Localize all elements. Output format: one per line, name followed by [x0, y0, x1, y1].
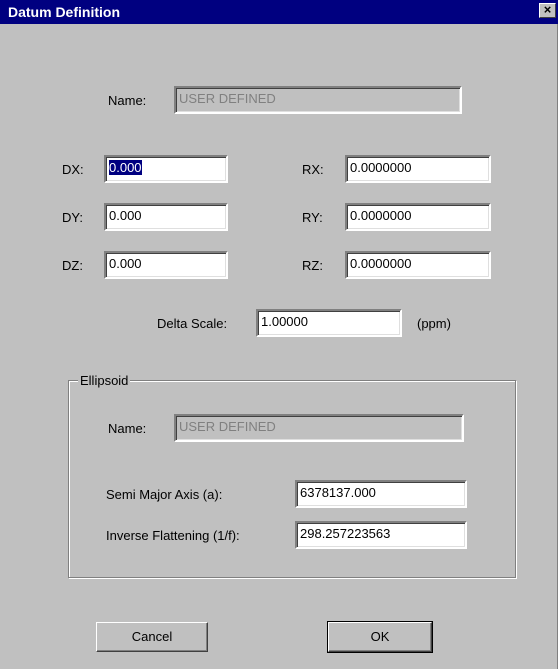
semi-major-axis-input[interactable]: 6378137.000	[295, 480, 467, 508]
ellipsoid-group-title: Ellipsoid	[78, 373, 131, 388]
ellipsoid-name-label: Name:	[108, 421, 147, 436]
semi-major-axis-label: Semi Major Axis (a):	[106, 487, 223, 502]
rz-input[interactable]: 0.0000000	[345, 251, 491, 279]
close-icon[interactable]: ×	[539, 3, 556, 18]
inverse-flattening-input[interactable]: 298.257223563	[295, 521, 467, 549]
title-bar[interactable]: Datum Definition ×	[0, 0, 558, 24]
datum-name-label: Name:	[108, 93, 147, 108]
cancel-button[interactable]: Cancel	[96, 622, 208, 652]
dz-label: DZ:	[62, 258, 83, 273]
delta-scale-unit: (ppm)	[417, 316, 451, 331]
rx-input[interactable]: 0.0000000	[345, 155, 491, 183]
dx-input[interactable]: 0.000	[104, 155, 228, 183]
ry-label: RY:	[302, 210, 323, 225]
rz-label: RZ:	[302, 258, 323, 273]
dx-label: DX:	[62, 162, 84, 177]
dz-input[interactable]: 0.000	[104, 251, 228, 279]
inverse-flattening-label: Inverse Flattening (1/f):	[106, 528, 240, 543]
window-title: Datum Definition	[8, 4, 120, 20]
delta-scale-label: Delta Scale:	[157, 316, 228, 331]
ellipsoid-name-field: USER DEFINED	[174, 414, 464, 442]
dx-input-value: 0.000	[109, 160, 142, 175]
ok-button[interactable]: OK	[327, 621, 433, 653]
datum-name-field: USER DEFINED	[174, 86, 462, 114]
ry-input[interactable]: 0.0000000	[345, 203, 491, 231]
rx-label: RX:	[302, 162, 324, 177]
dy-input[interactable]: 0.000	[104, 203, 228, 231]
dy-label: DY:	[62, 210, 83, 225]
datum-definition-dialog: Datum Definition × Name: USER DEFINED DX…	[0, 0, 558, 669]
delta-scale-input[interactable]: 1.00000	[256, 309, 402, 337]
